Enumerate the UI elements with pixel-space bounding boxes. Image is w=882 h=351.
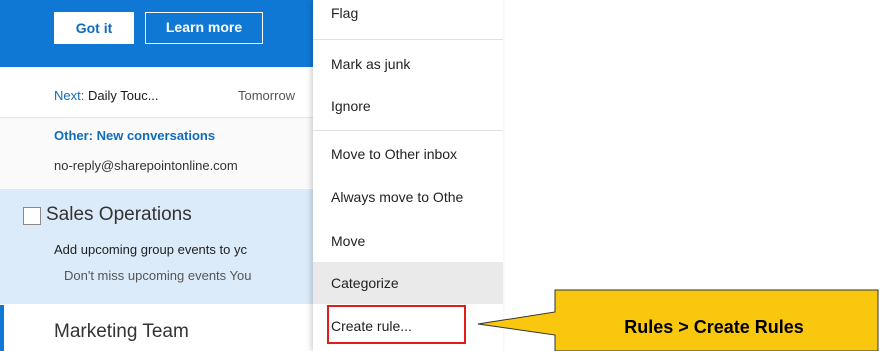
group-name: Sales Operations <box>46 204 192 225</box>
menu-item-ignore[interactable]: Ignore <box>313 86 503 126</box>
next-event-time: Tomorrow <box>238 88 296 103</box>
message-preview: Don't miss upcoming events You <box>64 268 252 283</box>
menu-item-create-rule[interactable]: Create rule... <box>313 305 503 347</box>
message-list: Got it Learn more Next: Daily Touc... To… <box>0 0 330 351</box>
menu-item-always-move-to-other[interactable]: Always move to Othe <box>313 177 503 217</box>
context-menu: Flag Mark as junk Ignore Move to Other i… <box>313 0 503 351</box>
selection-indicator <box>0 305 4 351</box>
next-event-row[interactable]: Next: Daily Touc... Tomorrow <box>0 67 330 118</box>
focused-inbox-banner: Got it Learn more <box>0 0 330 67</box>
got-it-button[interactable]: Got it <box>54 12 134 44</box>
menu-item-categorize[interactable]: Categorize <box>313 262 503 304</box>
other-inbox-title: Other: New conversations <box>54 128 216 143</box>
list-item[interactable]: Sales Operations Add upcoming group even… <box>0 189 330 304</box>
menu-divider <box>313 130 503 131</box>
menu-divider <box>313 39 503 40</box>
menu-item-flag[interactable]: Flag <box>313 0 503 32</box>
select-checkbox[interactable] <box>23 207 41 225</box>
callout-label: Rules > Create Rules <box>624 317 804 337</box>
menu-item-mark-as-junk[interactable]: Mark as junk <box>313 44 503 84</box>
next-prefix: Next: <box>54 88 85 103</box>
message-subject: Add upcoming group events to yc <box>54 242 247 257</box>
list-item[interactable]: Other: New conversations no-reply@sharep… <box>0 118 330 188</box>
list-item[interactable]: Marketing Team <box>0 305 330 351</box>
group-name: Marketing Team <box>54 321 189 342</box>
learn-more-button[interactable]: Learn more <box>145 12 263 44</box>
menu-item-move-to-other-inbox[interactable]: Move to Other inbox <box>313 134 503 174</box>
sender-address: no-reply@sharepointonline.com <box>54 158 238 173</box>
menu-item-move[interactable]: Move <box>313 220 503 262</box>
next-event-title: Daily Touc... <box>87 88 159 103</box>
next-event-label: Next: Daily Touc... <box>54 88 159 103</box>
